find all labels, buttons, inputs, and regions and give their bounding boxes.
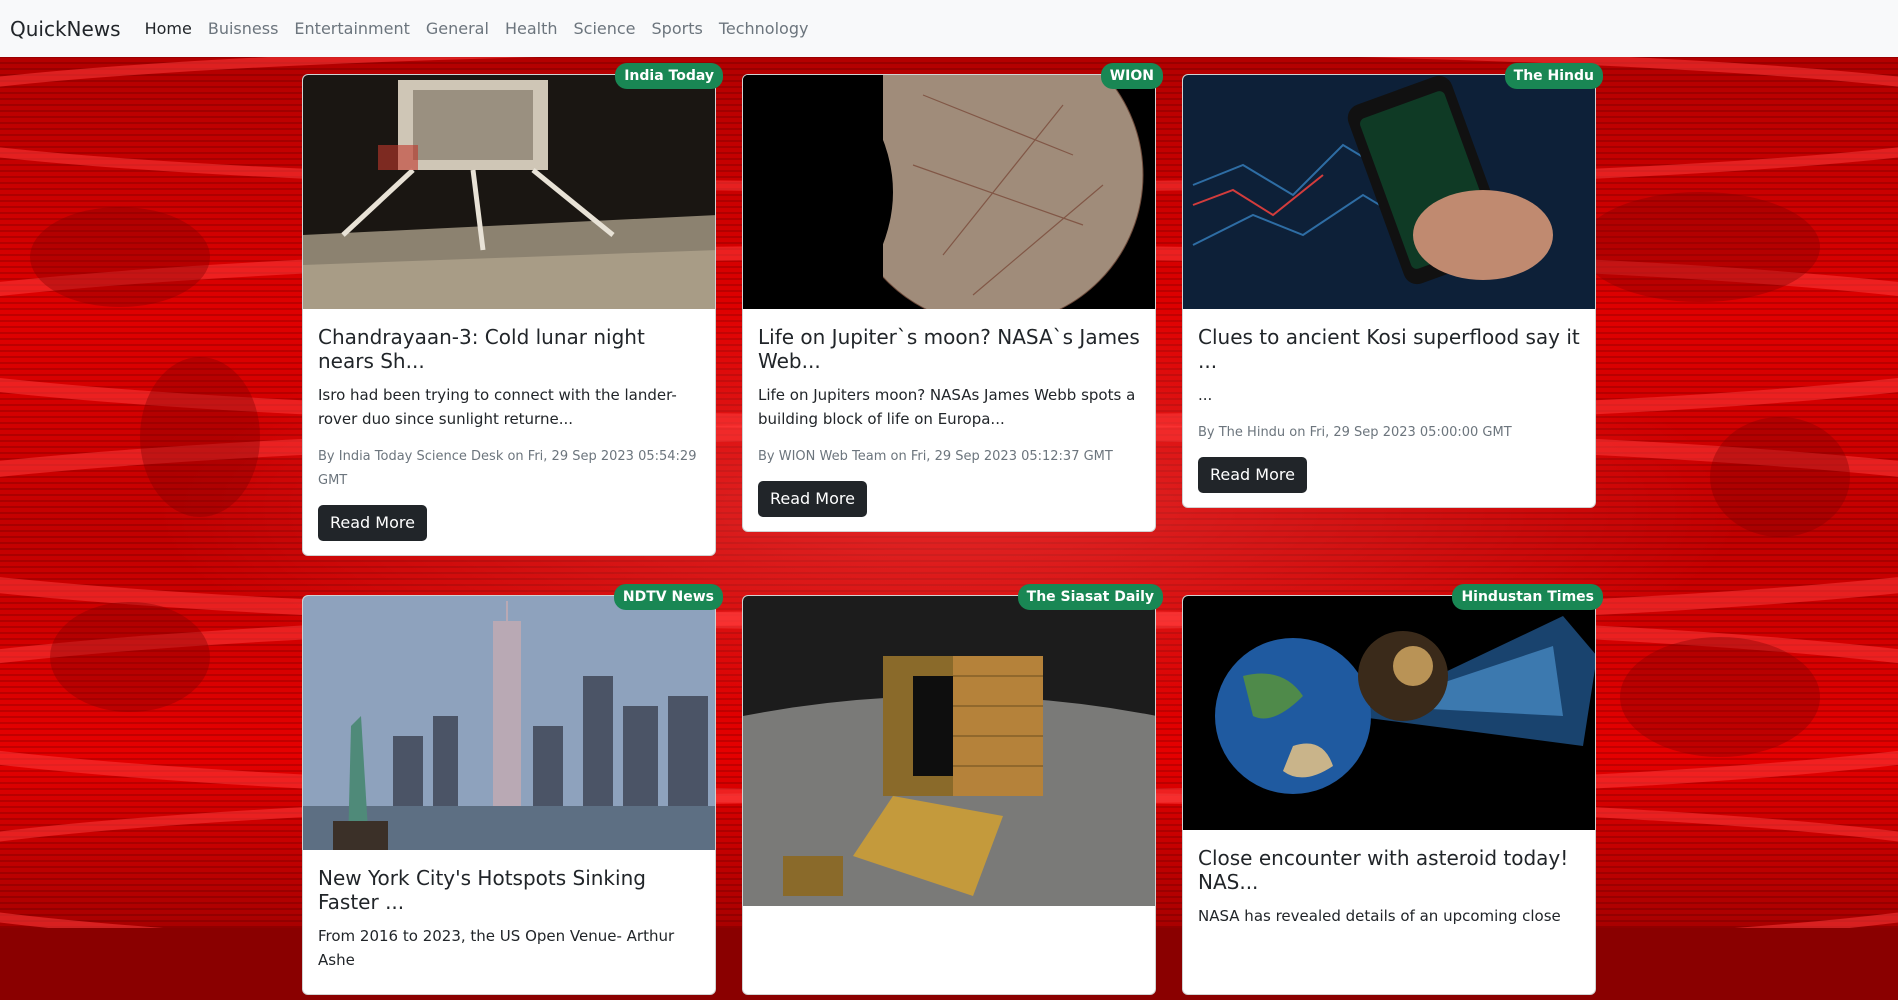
news-card: NDTV News New York City's Hotspots Sinki… bbox=[302, 584, 723, 995]
source-badge: India Today bbox=[615, 63, 723, 89]
article-meta: By WION Web Team on Fri, 29 Sep 2023 05:… bbox=[758, 449, 1113, 464]
nav-link-home[interactable]: Home bbox=[145, 19, 192, 38]
article-description: ... bbox=[1198, 386, 1213, 404]
article-image bbox=[743, 75, 1155, 309]
article-image bbox=[743, 596, 1155, 906]
nav-link-general[interactable]: General bbox=[426, 19, 489, 38]
article-meta: By The Hindu on Fri, 29 Sep 2023 05:00:0… bbox=[1198, 425, 1512, 440]
nav-link-science[interactable]: Science bbox=[573, 19, 635, 38]
article-meta: By India Today Science Desk on Fri, 29 S… bbox=[318, 449, 697, 488]
news-card: WION Life on Jupiter`s moon? NASA`s Jame… bbox=[742, 63, 1163, 532]
source-badge: WION bbox=[1100, 63, 1163, 89]
article-title: Chandrayaan-3: Cold lunar night nears Sh… bbox=[318, 325, 645, 373]
news-card: The Hindu Clues to ancient Kosi superflo… bbox=[1182, 63, 1603, 508]
article-image bbox=[1183, 75, 1595, 309]
nav-link-technology[interactable]: Technology bbox=[719, 19, 809, 38]
article-description: Life on Jupiters moon? NASAs James Webb … bbox=[758, 386, 1136, 428]
article-image bbox=[303, 75, 715, 309]
article-description: From 2016 to 2023, the US Open Venue- Ar… bbox=[318, 927, 675, 969]
read-more-button[interactable]: Read More bbox=[1198, 457, 1307, 493]
source-badge: The Hindu bbox=[1504, 63, 1603, 89]
article-title: Life on Jupiter`s moon? NASA`s James Web… bbox=[758, 325, 1140, 373]
navbar: QuickNews Home Buisness Entertainment Ge… bbox=[0, 0, 1898, 57]
nav-link-entertainment[interactable]: Entertainment bbox=[294, 19, 409, 38]
news-card: The Siasat Daily bbox=[742, 584, 1163, 995]
nav-link-sports[interactable]: Sports bbox=[652, 19, 703, 38]
article-image bbox=[1183, 596, 1595, 830]
article-description: Isro had been trying to connect with the… bbox=[318, 386, 677, 428]
source-badge: NDTV News bbox=[613, 584, 723, 610]
article-title: Clues to ancient Kosi superflood say it … bbox=[1198, 325, 1580, 373]
read-more-button[interactable]: Read More bbox=[758, 481, 867, 517]
news-card: Hindustan Times Close encounter with ast… bbox=[1182, 584, 1603, 995]
news-card: India Today Chandrayaan-3: Cold lunar ni… bbox=[302, 63, 723, 556]
article-title: New York City's Hotspots Sinking Faster … bbox=[318, 866, 646, 914]
nav-link-business[interactable]: Buisness bbox=[208, 19, 279, 38]
nav-link-health[interactable]: Health bbox=[505, 19, 558, 38]
article-image bbox=[303, 596, 715, 850]
source-badge: The Siasat Daily bbox=[1017, 584, 1163, 610]
source-badge: Hindustan Times bbox=[1452, 584, 1603, 610]
read-more-button[interactable]: Read More bbox=[318, 505, 427, 541]
article-title: Close encounter with asteroid today! NAS… bbox=[1198, 846, 1569, 894]
article-description: NASA has revealed details of an upcoming… bbox=[1198, 907, 1561, 925]
brand-logo[interactable]: QuickNews bbox=[10, 17, 121, 41]
